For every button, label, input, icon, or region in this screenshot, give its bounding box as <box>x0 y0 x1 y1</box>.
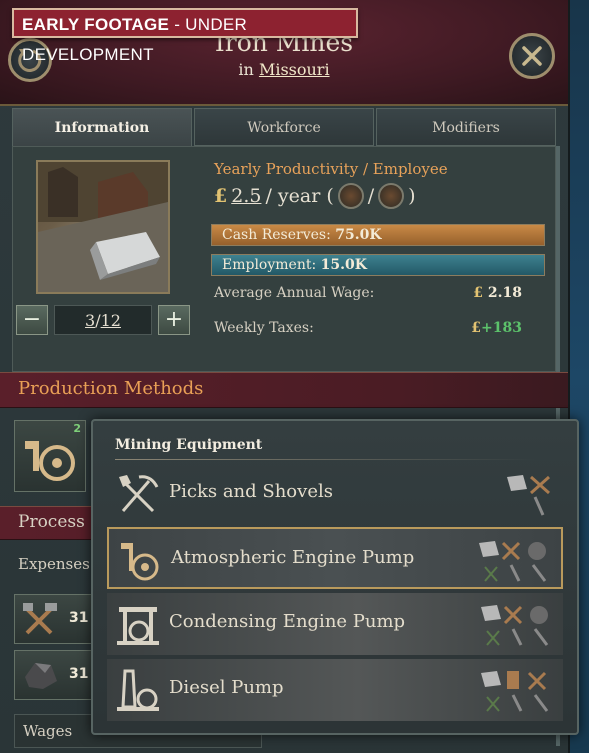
current-level: 3 <box>85 311 96 330</box>
coal-amount: 31 <box>69 666 89 682</box>
cash-label: Cash Reserves: <box>222 227 336 243</box>
option-label: Condensing Engine Pump <box>169 611 406 632</box>
tab-workforce[interactable]: Workforce <box>194 108 374 146</box>
employment-value: 15.0K <box>320 257 367 273</box>
decrease-level-button[interactable]: − <box>16 305 48 335</box>
productivity-value[interactable]: 2.5 <box>231 185 261 207</box>
close-button[interactable] <box>509 33 555 79</box>
location-prefix: in <box>238 60 259 79</box>
diesel-pump-icon <box>117 669 159 711</box>
tools-amount: 31 <box>69 610 89 626</box>
max-level: 12 <box>100 311 121 330</box>
iron-ingot-illustration <box>38 162 168 292</box>
option-label: Picks and Shovels <box>169 481 333 502</box>
taxes-label: Weekly Taxes: <box>214 320 314 336</box>
productivity-label: Yearly Productivity / Employee <box>214 160 448 178</box>
option-condensing-engine-pump[interactable]: Condensing Engine Pump <box>107 593 563 655</box>
pick-shovel-icon <box>119 475 159 513</box>
productivity-mid: / <box>367 185 375 207</box>
input-goods-icons <box>507 475 550 516</box>
process-title: Process <box>18 512 85 532</box>
productivity-end: ) <box>408 185 416 207</box>
iron-good-icon <box>337 183 364 209</box>
early-footage-banner: EARLY FOOTAGE - UNDER DEVELOPMENT <box>12 8 358 64</box>
tab-information[interactable]: Information <box>12 108 192 146</box>
building-image <box>36 160 170 294</box>
coal-icon <box>25 663 57 689</box>
level-stepper: − 3/12 + <box>16 305 190 335</box>
expense-tools[interactable]: 31 <box>14 594 94 644</box>
close-icon <box>522 46 542 66</box>
dropdown-title: Mining Equipment <box>115 437 263 453</box>
productivity-line: £ 2.5 / year ( / ) <box>214 183 416 209</box>
expense-coal[interactable]: 31 <box>14 650 94 700</box>
pound-icon: £ <box>473 285 484 301</box>
production-method-dropdown: Mining Equipment Picks and Shovels Atmos… <box>91 419 579 735</box>
tools-icon <box>23 603 57 635</box>
wage-value: 2.18 <box>487 285 522 301</box>
cash-reserves-bar[interactable]: Cash Reserves: 75.0K <box>211 224 545 246</box>
option-atmospheric-engine-pump[interactable]: Atmospheric Engine Pump <box>107 527 563 589</box>
option-diesel-pump[interactable]: Diesel Pump <box>107 659 563 721</box>
input-goods-icons <box>479 541 547 582</box>
input-goods-icons <box>481 671 549 712</box>
location-link[interactable]: Missouri <box>259 60 330 79</box>
pound-icon: £ <box>214 185 228 207</box>
method-count-badge: 2 <box>73 422 81 435</box>
atmospheric-pump-icon <box>121 543 159 581</box>
employment-label: Employment: <box>222 257 321 273</box>
employment-bar[interactable]: Employment: 15.0K <box>211 254 545 276</box>
tab-bar: Information Workforce Modifiers <box>12 108 556 146</box>
production-methods-title: Production Methods <box>18 378 204 399</box>
taxes-value-row: £+183 <box>471 320 522 336</box>
input-goods-icons <box>481 605 549 646</box>
taxes-value: +183 <box>481 320 522 336</box>
option-picks-and-shovels[interactable]: Picks and Shovels <box>107 463 563 525</box>
coal-good-icon <box>378 183 405 209</box>
condensing-pump-icon <box>117 607 159 645</box>
option-label: Atmospheric Engine Pump <box>171 547 415 568</box>
level-value: 3/12 <box>54 305 152 335</box>
pound-icon: £ <box>471 320 482 336</box>
wage-value-row: £ 2.18 <box>473 285 522 301</box>
expenses-label: Expenses: <box>18 555 95 573</box>
tab-modifiers[interactable]: Modifiers <box>376 108 556 146</box>
production-method-slot[interactable]: 2 <box>14 420 86 492</box>
banner-bold: EARLY FOOTAGE <box>22 15 170 34</box>
dropdown-divider <box>115 459 535 460</box>
wage-label: Average Annual Wage: <box>214 285 375 301</box>
cash-value: 75.0K <box>335 227 382 243</box>
option-label: Diesel Pump <box>169 677 284 698</box>
productivity-unit: / year ( <box>265 185 334 207</box>
increase-level-button[interactable]: + <box>158 305 190 335</box>
